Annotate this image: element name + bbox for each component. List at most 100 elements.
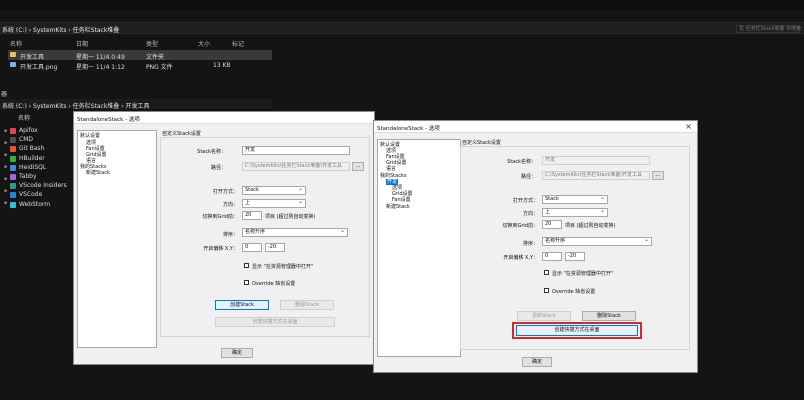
column-header-row: 名称 日期 类型 大小 标记 [0,38,272,48]
override-checkbox[interactable] [544,288,549,293]
override-label[interactable]: Override 缺省设置 [252,280,295,287]
sort-select[interactable]: 名称升序 [542,237,652,246]
stack-file-label: VSCode [19,191,43,199]
stack-name-label: Stack名称： [507,159,536,165]
stack-file-list: Apifox CMD Git Bash HBuilder HeidiSQL Tabby VS… [10,126,74,209]
dialog-title-bar[interactable]: StandaloneStack - 选项 [74,112,374,124]
column-name[interactable]: 名称 [10,39,22,48]
address-path[interactable]: 系统 (C:) › SystemKits › 任务栏Stack堆叠 [2,25,119,34]
show-explorer-checkbox[interactable] [544,270,549,275]
tree-item[interactable]: 默认设置 [80,133,100,139]
app-icon [10,183,16,190]
tree-item[interactable]: 新建Stack [86,170,110,176]
file-type: PNG 文件 [146,64,173,71]
pin-icon: ✦ [3,128,9,135]
open-mode-select[interactable]: Stack [242,186,306,195]
stack-file-item[interactable]: WebStorm [10,200,74,209]
pin-icon: ✦ [3,188,9,195]
app-icon [10,146,16,153]
file-row[interactable]: 开发工具.png 星期一 11/4 1:12 PNG 文件 13 KB [8,60,272,71]
offset-y-field[interactable]: -20 [265,243,285,252]
delete-stack-button[interactable]: 删除Stack [280,300,334,310]
settings-tree[interactable]: 默认设置 选项 Fan设置 Grid设置 语言 我的Stacks 开发 选项 G… [377,139,461,357]
pin-icon: ✦ [3,140,9,147]
image-file-icon [10,62,16,67]
dialog-title-bar[interactable]: StandaloneStack - 选项 × [374,121,697,133]
switch-grid-hint: 项目 (超过则自动变换) [565,223,616,229]
offset-label: 开启偏移 X,Y： [503,255,538,261]
sort-label: 排序： [222,232,238,238]
stack-file-item[interactable]: CMD [10,135,74,144]
tree-item[interactable]: 新建Stack [386,204,410,210]
tree-item[interactable]: 语言 [386,166,396,172]
switch-grid-hint: 项目 (超过则自动变换) [265,214,316,220]
close-icon[interactable]: × [685,122,692,131]
sub-column-name[interactable]: 名称 [18,113,30,122]
dialog-title: StandaloneStack - 选项 [377,126,440,132]
sort-select[interactable]: 名称升序 [242,228,348,237]
settings-tree[interactable]: 默认设置 选项 Fan设置 Grid设置 语言 我的Stacks 新建Stack [77,130,157,348]
stack-file-item[interactable]: VScode Insiders [10,181,74,190]
stack-file-item[interactable]: Git Bash [10,144,74,153]
browse-button[interactable]: ... [352,162,364,171]
file-name[interactable]: 开发工具.png [20,62,57,71]
create-shortcut-button[interactable]: 创建快捷方式在桌面 [215,317,335,327]
file-row[interactable]: 开发工具 星期一 11/4 0:49 文件夹 [8,50,272,61]
pin-icon: ✦ [3,152,9,159]
stack-file-item[interactable]: HBuilder [10,154,74,163]
group-title: 自定义Stack设置 [162,131,201,137]
tree-item[interactable]: Fan设置 [392,197,411,203]
column-size[interactable]: 大小 [198,39,210,48]
offset-label: 开启偏移 X,Y： [203,246,238,252]
override-checkbox[interactable] [244,280,249,285]
create-stack-button[interactable]: 创建Stack [215,300,269,310]
stack-file-label: CMD [19,136,33,144]
column-tags[interactable]: 标记 [232,39,244,48]
stack-name-field[interactable]: 开发 [242,146,350,155]
stack-file-label: HBuilder [19,154,45,162]
stack-file-item[interactable]: Apifox [10,126,74,135]
ok-button[interactable]: 确定 [522,357,552,367]
stack-file-item[interactable]: Tabby [10,172,74,181]
sub-address-path[interactable]: 系统 (C:) › SystemKits › 任务栏Stack堆叠 › 开发工具 [2,101,150,110]
direction-select[interactable]: 上 [542,208,608,217]
show-explorer-label[interactable]: 显示 "在资源管理器中打开" [552,270,613,277]
offset-y-field[interactable]: -20 [565,252,585,261]
pin-icon: ✦ [3,176,9,183]
stack-file-item[interactable]: HeidiSQL [10,163,74,172]
update-stack-button[interactable]: 更新Stack [517,311,571,321]
sub-address-bar[interactable]: 系统 (C:) › SystemKits › 任务栏Stack堆叠 › 开发工具 [0,99,272,110]
create-shortcut-button[interactable]: 创建快捷方式在桌面 [516,325,638,336]
direction-label: 方向： [222,202,238,208]
offset-x-field[interactable]: 0 [242,243,262,252]
delete-stack-button[interactable]: 删除Stack [582,311,636,321]
column-type[interactable]: 类型 [146,39,158,48]
file-size: 13 KB [213,62,231,69]
options-dialog-front: StandaloneStack - 选项 × 默认设置 选项 Fan设置 Gri… [373,120,698,373]
folder-icon [10,52,16,57]
app-icon [10,155,16,162]
browse-button[interactable]: ... [652,171,664,180]
column-date[interactable]: 日期 [76,39,88,48]
app-icon [10,128,16,134]
stack-name-field[interactable]: 开发 [542,156,650,165]
ok-button[interactable]: 确定 [221,348,253,358]
show-explorer-label[interactable]: 显示 "在资源管理器中打开" [252,263,313,270]
path-field[interactable]: C:\SystemKits\任务栏Stack堆叠\开发工具 [542,171,650,180]
search-input[interactable]: 在 任务栏Stack堆叠 中搜索 [736,25,801,33]
open-mode-select[interactable]: Stack [542,195,608,204]
show-explorer-checkbox[interactable] [244,263,249,268]
direction-select[interactable]: 上 [242,199,306,208]
path-field[interactable]: C:\SystemKits\任务栏Stack堆叠\开发工具 [242,162,350,171]
override-label[interactable]: Override 缺省设置 [552,288,595,295]
switch-grid-field[interactable]: 20 [542,220,562,229]
stack-file-item[interactable]: VSCode [10,190,74,199]
offset-x-field[interactable]: 0 [542,252,562,261]
dialog-title: StandaloneStack - 选项 [77,117,140,123]
switch-grid-field[interactable]: 20 [242,211,262,220]
address-bar[interactable]: 系统 (C:) › SystemKits › 任务栏Stack堆叠 在 任务栏S… [0,22,804,34]
stack-file-label: Tabby [19,172,37,180]
app-icon [10,173,16,180]
stack-file-label: Apifox [19,127,38,134]
pin-column: ✦ ✦ ✦ ✦ ✦ ✦ ✦ [3,128,9,212]
